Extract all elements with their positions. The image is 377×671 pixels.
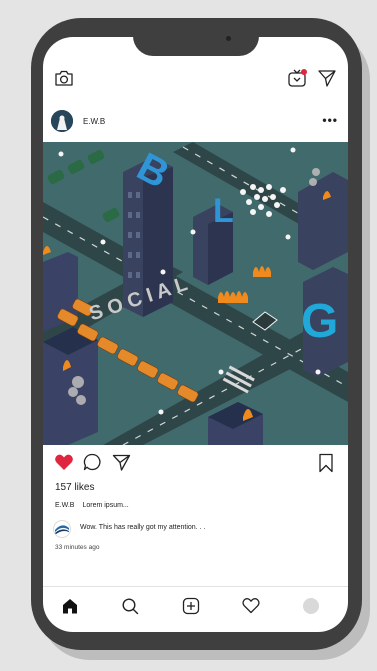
post-header: E.W.B ••• bbox=[43, 107, 348, 143]
caption-username[interactable]: E.W.B bbox=[55, 502, 74, 509]
phone-screen: E.W.B ••• B L G S O C I A L 157 likes E.… bbox=[43, 37, 348, 632]
post-caption: E.W.B Lorem ipsum... bbox=[55, 502, 129, 509]
commenter-avatar-image bbox=[55, 525, 69, 535]
more-options-icon[interactable]: ••• bbox=[322, 113, 338, 127]
comment-row: Wow. This has really got my attention. .… bbox=[53, 519, 343, 538]
likes-count[interactable]: 157 likes bbox=[55, 482, 94, 493]
igtv-icon[interactable] bbox=[287, 67, 309, 89]
post-actions bbox=[43, 449, 348, 479]
post-timestamp: 33 minutes ago bbox=[55, 544, 100, 551]
search-icon[interactable] bbox=[121, 597, 139, 615]
city-illustration: B L G S O C I A L bbox=[43, 142, 348, 445]
avatar-image bbox=[51, 110, 73, 132]
artwork-letter-g: G bbox=[301, 295, 338, 348]
phone-notch bbox=[133, 18, 259, 56]
commenter-avatar[interactable] bbox=[53, 520, 71, 538]
artwork-letter-l: L bbox=[213, 192, 234, 230]
caption-text: Lorem ipsum... bbox=[82, 502, 129, 509]
heart-icon[interactable] bbox=[54, 453, 74, 471]
camera-dot bbox=[226, 36, 231, 41]
post-image[interactable]: B L G S O C I A L bbox=[43, 142, 348, 445]
direct-message-icon[interactable] bbox=[317, 69, 337, 87]
post-username[interactable]: E.W.B bbox=[83, 117, 105, 126]
profile-avatar[interactable] bbox=[303, 598, 319, 614]
share-icon[interactable] bbox=[112, 454, 131, 471]
activity-heart-icon[interactable] bbox=[242, 597, 260, 614]
camera-icon[interactable] bbox=[54, 69, 74, 87]
bottom-divider bbox=[43, 586, 348, 587]
avatar[interactable] bbox=[51, 110, 73, 132]
add-post-icon[interactable] bbox=[182, 597, 200, 615]
bookmark-icon[interactable] bbox=[318, 453, 334, 473]
home-icon[interactable] bbox=[61, 597, 79, 615]
comment-icon[interactable] bbox=[83, 453, 102, 471]
bottom-nav bbox=[43, 593, 348, 625]
comment-text: Wow. This has really got my attention. .… bbox=[80, 524, 206, 531]
